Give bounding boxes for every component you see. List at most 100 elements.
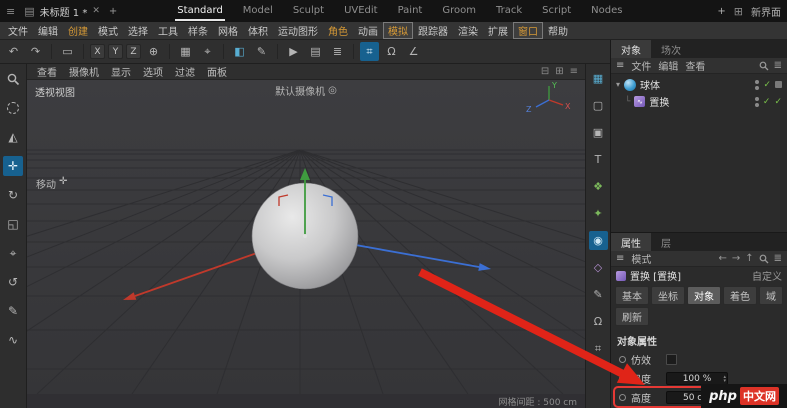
vp-menu-display[interactable]: 显示 [105, 64, 137, 79]
layout-tab-model[interactable]: Model [241, 2, 275, 21]
primitive-plane-icon[interactable]: ▢ [589, 96, 608, 115]
tab-attributes[interactable]: 属性 [611, 233, 651, 251]
add-document-button[interactable]: + [109, 6, 117, 17]
undo-icon[interactable]: ↶ [4, 42, 23, 61]
menu-extensions[interactable]: 扩展 [483, 22, 513, 39]
phong-tag-icon[interactable] [775, 81, 782, 88]
attr-tab-coord[interactable]: 坐标 [651, 286, 685, 305]
viewport-layout-icon[interactable]: ▦ [589, 69, 608, 88]
objects-filter-icon[interactable]: ≣ [774, 60, 782, 71]
tab-objects[interactable]: 对象 [611, 40, 651, 58]
menu-edit[interactable]: 编辑 [33, 22, 63, 39]
vp-layout-menu-icon[interactable]: ≡ [570, 66, 578, 77]
keyframe-dot[interactable] [619, 394, 626, 401]
menu-window[interactable]: 窗口 [513, 22, 543, 39]
menu-file[interactable]: 文件 [3, 22, 33, 39]
attributes-mode-menu[interactable]: 模式 [631, 251, 651, 266]
dynamics-icon[interactable]: ✦ [589, 204, 608, 223]
enabled-check-icon[interactable]: ✓ [763, 97, 771, 107]
attr-tab-basic[interactable]: 基本 [615, 286, 649, 305]
menu-mesh[interactable]: 网格 [213, 22, 243, 39]
deform-brush-icon[interactable]: ∿ [3, 330, 23, 350]
layout-tab-sculpt[interactable]: Sculpt [291, 2, 326, 21]
lock-panel-icon[interactable]: ≣ [774, 253, 782, 264]
render-picture-viewer-icon[interactable]: ▤ [306, 42, 325, 61]
menu-mode[interactable]: 模式 [93, 22, 123, 39]
spline-pen-icon[interactable]: ✎ [589, 285, 608, 304]
paint-tool-icon[interactable]: ✎ [252, 42, 271, 61]
layout-tab-track[interactable]: Track [494, 2, 524, 21]
field-icon[interactable]: ◇ [589, 258, 608, 277]
displacer-object-label[interactable]: 置换 [649, 94, 669, 109]
keyframe-dot[interactable] [619, 375, 626, 382]
enabled-check-icon[interactable]: ✓ [763, 80, 771, 90]
axis-z-button[interactable]: Z [126, 44, 141, 59]
vp-menu-panel[interactable]: 面板 [201, 64, 233, 79]
vp-minimize-icon[interactable]: ⊟ [541, 66, 549, 77]
text-tool-icon[interactable]: T [589, 150, 608, 169]
enabled-check-icon[interactable]: ✓ [774, 97, 782, 107]
attributes-burger-icon[interactable]: ≡ [616, 253, 624, 264]
camera-target-icon[interactable]: ◎ [328, 85, 337, 96]
vp-menu-view[interactable]: 查看 [31, 64, 63, 79]
visibility-dots[interactable] [755, 79, 760, 90]
layout-tab-standard[interactable]: Standard [175, 2, 225, 21]
tree-row-displacer[interactable]: └ ∿ 置换 ✓ ✓ [611, 93, 787, 110]
vp-menu-options[interactable]: 选项 [137, 64, 169, 79]
menu-spline[interactable]: 样条 [183, 22, 213, 39]
axis-y-button[interactable]: Y [108, 44, 123, 59]
tab-layers[interactable]: 层 [651, 233, 681, 251]
history-forward-icon[interactable]: → [732, 253, 740, 264]
menu-mograph[interactable]: 运动图形 [273, 22, 323, 39]
menu-tools[interactable]: 工具 [153, 22, 183, 39]
objects-menu-edit[interactable]: 编辑 [658, 58, 678, 73]
strip-magnet-icon[interactable]: Ω [589, 312, 608, 331]
scale-tool-icon[interactable]: ◱ [3, 214, 23, 234]
history-back-icon[interactable]: ← [718, 253, 726, 264]
tab-takes[interactable]: 场次 [651, 40, 691, 58]
layout-tab-nodes[interactable]: Nodes [589, 2, 624, 21]
add-layout-button[interactable]: + [717, 6, 725, 17]
vp-maximize-icon[interactable]: ⊞ [555, 66, 563, 77]
viewport-solo-icon[interactable]: ◧ [230, 42, 249, 61]
keyframe-dot[interactable] [619, 356, 626, 363]
layout-tab-paint[interactable]: Paint [396, 2, 425, 21]
primitive-cube-icon[interactable]: ▣ [589, 123, 608, 142]
expand-icon[interactable]: ▾ [616, 80, 620, 89]
mograph-icon[interactable]: ❖ [589, 177, 608, 196]
live-selection-icon[interactable] [3, 98, 23, 118]
axis-modify-icon[interactable]: ⌖ [3, 243, 23, 263]
angle-snap-icon[interactable]: ∠ [404, 42, 423, 61]
attr-tab-shading[interactable]: 着色 [723, 286, 757, 305]
menu-select[interactable]: 选择 [123, 22, 153, 39]
scene-3d[interactable]: Y X Z [27, 80, 585, 394]
vp-menu-filter[interactable]: 过滤 [169, 64, 201, 79]
pen-tool-icon[interactable]: ✎ [3, 301, 23, 321]
vp-menu-camera[interactable]: 摄像机 [63, 64, 105, 79]
app-menu-icon[interactable]: ≡ [6, 5, 15, 18]
tree-row-sphere[interactable]: ▾ 球体 ✓ [611, 76, 787, 93]
menu-simulate[interactable]: 模拟 [383, 22, 413, 39]
menu-tracker[interactable]: 跟踪器 [413, 22, 453, 39]
menu-create[interactable]: 创建 [63, 22, 93, 39]
new-window-icon[interactable]: ⊞ [734, 5, 743, 18]
axis-x-button[interactable]: X [90, 44, 105, 59]
menu-character[interactable]: 角色 [323, 22, 353, 39]
deformer-icon[interactable]: ◉ [588, 231, 608, 250]
magnet-snap-icon[interactable]: Ω [382, 42, 401, 61]
viewport-canvas[interactable]: Y X Z 透视视图 默认摄像机 ◎ 移动 ✛ [27, 80, 585, 394]
objects-search-icon[interactable] [759, 61, 769, 71]
attr-tab-falloff[interactable]: 域 [759, 286, 783, 305]
layout-tab-script[interactable]: Script [540, 2, 573, 21]
workplane-icon[interactable]: ▦ [176, 42, 195, 61]
zoom-tool-icon[interactable] [3, 69, 23, 89]
menu-render[interactable]: 渲染 [453, 22, 483, 39]
parent-object-icon[interactable]: ↑ [745, 253, 753, 264]
view-undo-icon[interactable]: ↺ [3, 272, 23, 292]
layout-tab-groom[interactable]: Groom [440, 2, 478, 21]
objects-menu-file[interactable]: 文件 [631, 58, 651, 73]
new-layout-label[interactable]: 新界面 [751, 4, 781, 19]
layout-tab-uvedit[interactable]: UVEdit [342, 2, 380, 21]
coordinate-system-icon[interactable]: ⊕ [144, 42, 163, 61]
close-tab-icon[interactable]: ✕ [92, 6, 100, 16]
